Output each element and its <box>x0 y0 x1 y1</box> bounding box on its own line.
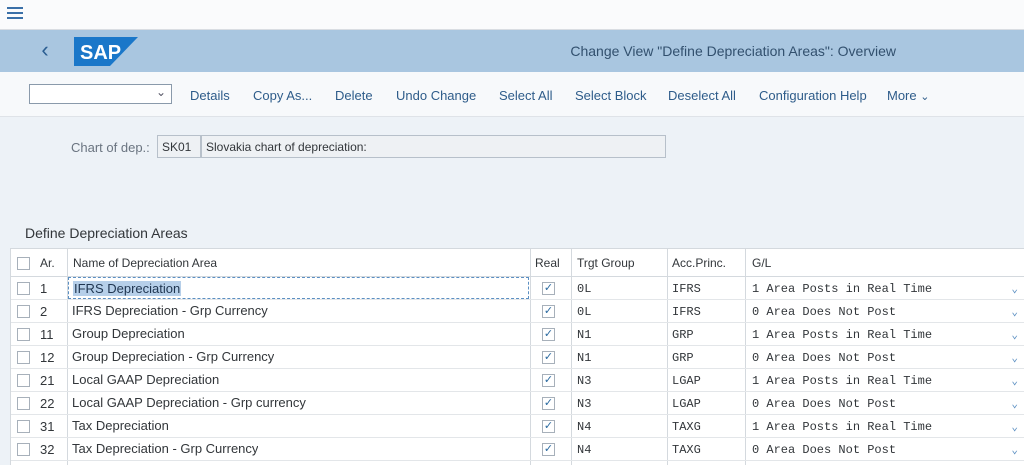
page-title: Change View "Define Depreciation Areas":… <box>570 43 896 59</box>
undo-change-button[interactable]: Undo Change <box>396 88 476 103</box>
table-row[interactable]: 1 IFRS Depreciation ✓ 0L IFRS 1 Area Posts in… <box>11 277 1024 300</box>
row-select-checkbox[interactable] <box>17 305 30 318</box>
gl-value: 1 Area Posts in Real Time <box>752 420 933 434</box>
area-name-text: Local GAAP Depreciation <box>72 372 220 387</box>
real-checkbox[interactable]: ✓ <box>542 374 555 387</box>
configuration-help-button[interactable]: Configuration Help <box>759 88 867 103</box>
area-name-input[interactable]: Local GAAP Depreciation <box>68 369 529 391</box>
chevron-down-icon: ⌄ <box>1011 330 1018 342</box>
area-name-input[interactable]: Local GAAP Depreciation - Grp currency <box>68 392 529 414</box>
gl-dropdown[interactable]: 0 Area Does Not Post ⌄ <box>752 443 1022 465</box>
gl-value: 1 Area Posts in Real Time <box>752 282 933 296</box>
deselect-all-button[interactable]: Deselect All <box>668 88 736 103</box>
chevron-down-icon: ⌄ <box>1011 284 1018 296</box>
shell-bar: ‹ SAP Change View "Define Depreciation A… <box>0 30 1024 72</box>
area-name-input[interactable]: IFRS Depreciation - Grp Currency <box>68 300 529 322</box>
top-bar <box>0 0 1024 30</box>
area-number: 32 <box>40 442 55 457</box>
area-name-input[interactable]: Tax Depreciation <box>68 415 529 437</box>
variant-dropdown[interactable]: ⌄ <box>29 84 172 104</box>
area-name-input[interactable]: IFRS Depreciation <box>68 277 529 299</box>
area-name-text: Tax Depreciation - Grp Currency <box>72 441 259 456</box>
select-all-checkbox[interactable] <box>17 257 30 270</box>
table-row[interactable]: 32 Tax Depreciation - Grp Currency ✓ N4 TAXG… <box>11 438 1024 461</box>
chevron-down-icon: ⌄ <box>1011 307 1018 319</box>
gl-value: 0 Area Does Not Post <box>752 443 897 457</box>
area-name-input[interactable]: Tax Depreciation - Grp Currency <box>68 438 529 460</box>
gl-value: 0 Area Does Not Post <box>752 305 897 319</box>
chevron-down-icon: ⌄ <box>155 85 166 99</box>
table-row[interactable]: 11 Group Depreciation ✓ N1 GRP 1 Area Posts i… <box>11 323 1024 346</box>
svg-text:SAP: SAP <box>80 42 121 64</box>
chevron-down-icon: ⌄ <box>1011 376 1018 388</box>
chevron-down-icon: ⌄ <box>1011 445 1018 457</box>
table-row[interactable]: 31 Tax Depreciation ✓ N4 TAXG 1 Area Posts in… <box>11 415 1024 438</box>
chevron-down-icon: ⌄ <box>1011 353 1018 365</box>
row-select-checkbox[interactable] <box>17 351 30 364</box>
depreciation-areas-table: Ar. Name of Depreciation Area Real Trgt … <box>10 248 1024 465</box>
gl-value: 0 Area Does Not Post <box>752 351 897 365</box>
gl-value: 0 Area Does Not Post <box>752 397 897 411</box>
area-name-text: Group Depreciation - Grp Currency <box>72 349 275 364</box>
select-all-button[interactable]: Select All <box>499 88 552 103</box>
accounting-principle-value: TAXG <box>672 443 701 457</box>
real-checkbox[interactable]: ✓ <box>542 351 555 364</box>
target-group-value: N4 <box>577 443 592 457</box>
row-select-checkbox[interactable] <box>17 374 30 387</box>
details-button[interactable]: Details <box>190 88 230 103</box>
select-block-button[interactable]: Select Block <box>575 88 647 103</box>
chart-of-depreciation-label: Chart of dep.: <box>71 140 150 155</box>
real-checkbox[interactable]: ✓ <box>542 420 555 433</box>
real-checkbox[interactable]: ✓ <box>542 328 555 341</box>
real-checkbox[interactable]: ✓ <box>542 443 555 456</box>
row-select-checkbox[interactable] <box>17 443 30 456</box>
application-toolbar: ⌄ Details Copy As... Delete Undo Change … <box>0 72 1024 117</box>
sap-logo: SAP <box>74 37 138 66</box>
area-name-text: IFRS Depreciation - Grp Currency <box>72 303 268 318</box>
chart-description-field: Slovakia chart of depreciation: <box>201 135 666 158</box>
row-select-checkbox[interactable] <box>17 420 30 433</box>
hamburger-menu-icon[interactable] <box>7 7 23 21</box>
chart-code-field: SK01 <box>157 135 201 158</box>
back-button[interactable]: ‹ <box>34 39 56 62</box>
area-name-text: IFRS Depreciation <box>73 281 182 296</box>
real-checkbox[interactable]: ✓ <box>542 305 555 318</box>
area-name-input[interactable]: Group Depreciation <box>68 323 529 345</box>
table-row[interactable]: 22 Local GAAP Depreciation - Grp currency… <box>11 392 1024 415</box>
table-header-row: Ar. Name of Depreciation Area Real Trgt … <box>11 249 1024 277</box>
chevron-down-icon: ⌄ <box>1011 399 1018 411</box>
more-button[interactable]: More ⌄ <box>887 88 929 103</box>
area-name-input[interactable]: Group Depreciation - Grp Currency <box>68 346 529 368</box>
area-name-text: Local GAAP Depreciation - Grp currency <box>72 395 306 410</box>
area-name-text: Tax Depreciation <box>72 418 169 433</box>
table-row[interactable]: 21 Local GAAP Depreciation ✓ N3 LGAP 1 Area P… <box>11 369 1024 392</box>
row-select-checkbox[interactable] <box>17 328 30 341</box>
section-title: Define Depreciation Areas <box>25 225 188 241</box>
delete-button[interactable]: Delete <box>335 88 373 103</box>
table-row[interactable]: 2 IFRS Depreciation - Grp Currency ✓ 0L IFRS… <box>11 300 1024 323</box>
copy-as-button[interactable]: Copy As... <box>253 88 312 103</box>
table-row[interactable]: 12 Group Depreciation - Grp Currency ✓ N1 GR… <box>11 346 1024 369</box>
row-select-checkbox[interactable] <box>17 282 30 295</box>
real-checkbox[interactable]: ✓ <box>542 282 555 295</box>
chevron-down-icon: ⌄ <box>1011 422 1018 434</box>
area-name-text: Group Depreciation <box>72 326 185 341</box>
gl-value: 1 Area Posts in Real Time <box>752 374 933 388</box>
chevron-down-icon: ⌄ <box>920 91 930 103</box>
gl-value: 1 Area Posts in Real Time <box>752 328 933 342</box>
row-select-checkbox[interactable] <box>17 397 30 410</box>
real-checkbox[interactable]: ✓ <box>542 397 555 410</box>
